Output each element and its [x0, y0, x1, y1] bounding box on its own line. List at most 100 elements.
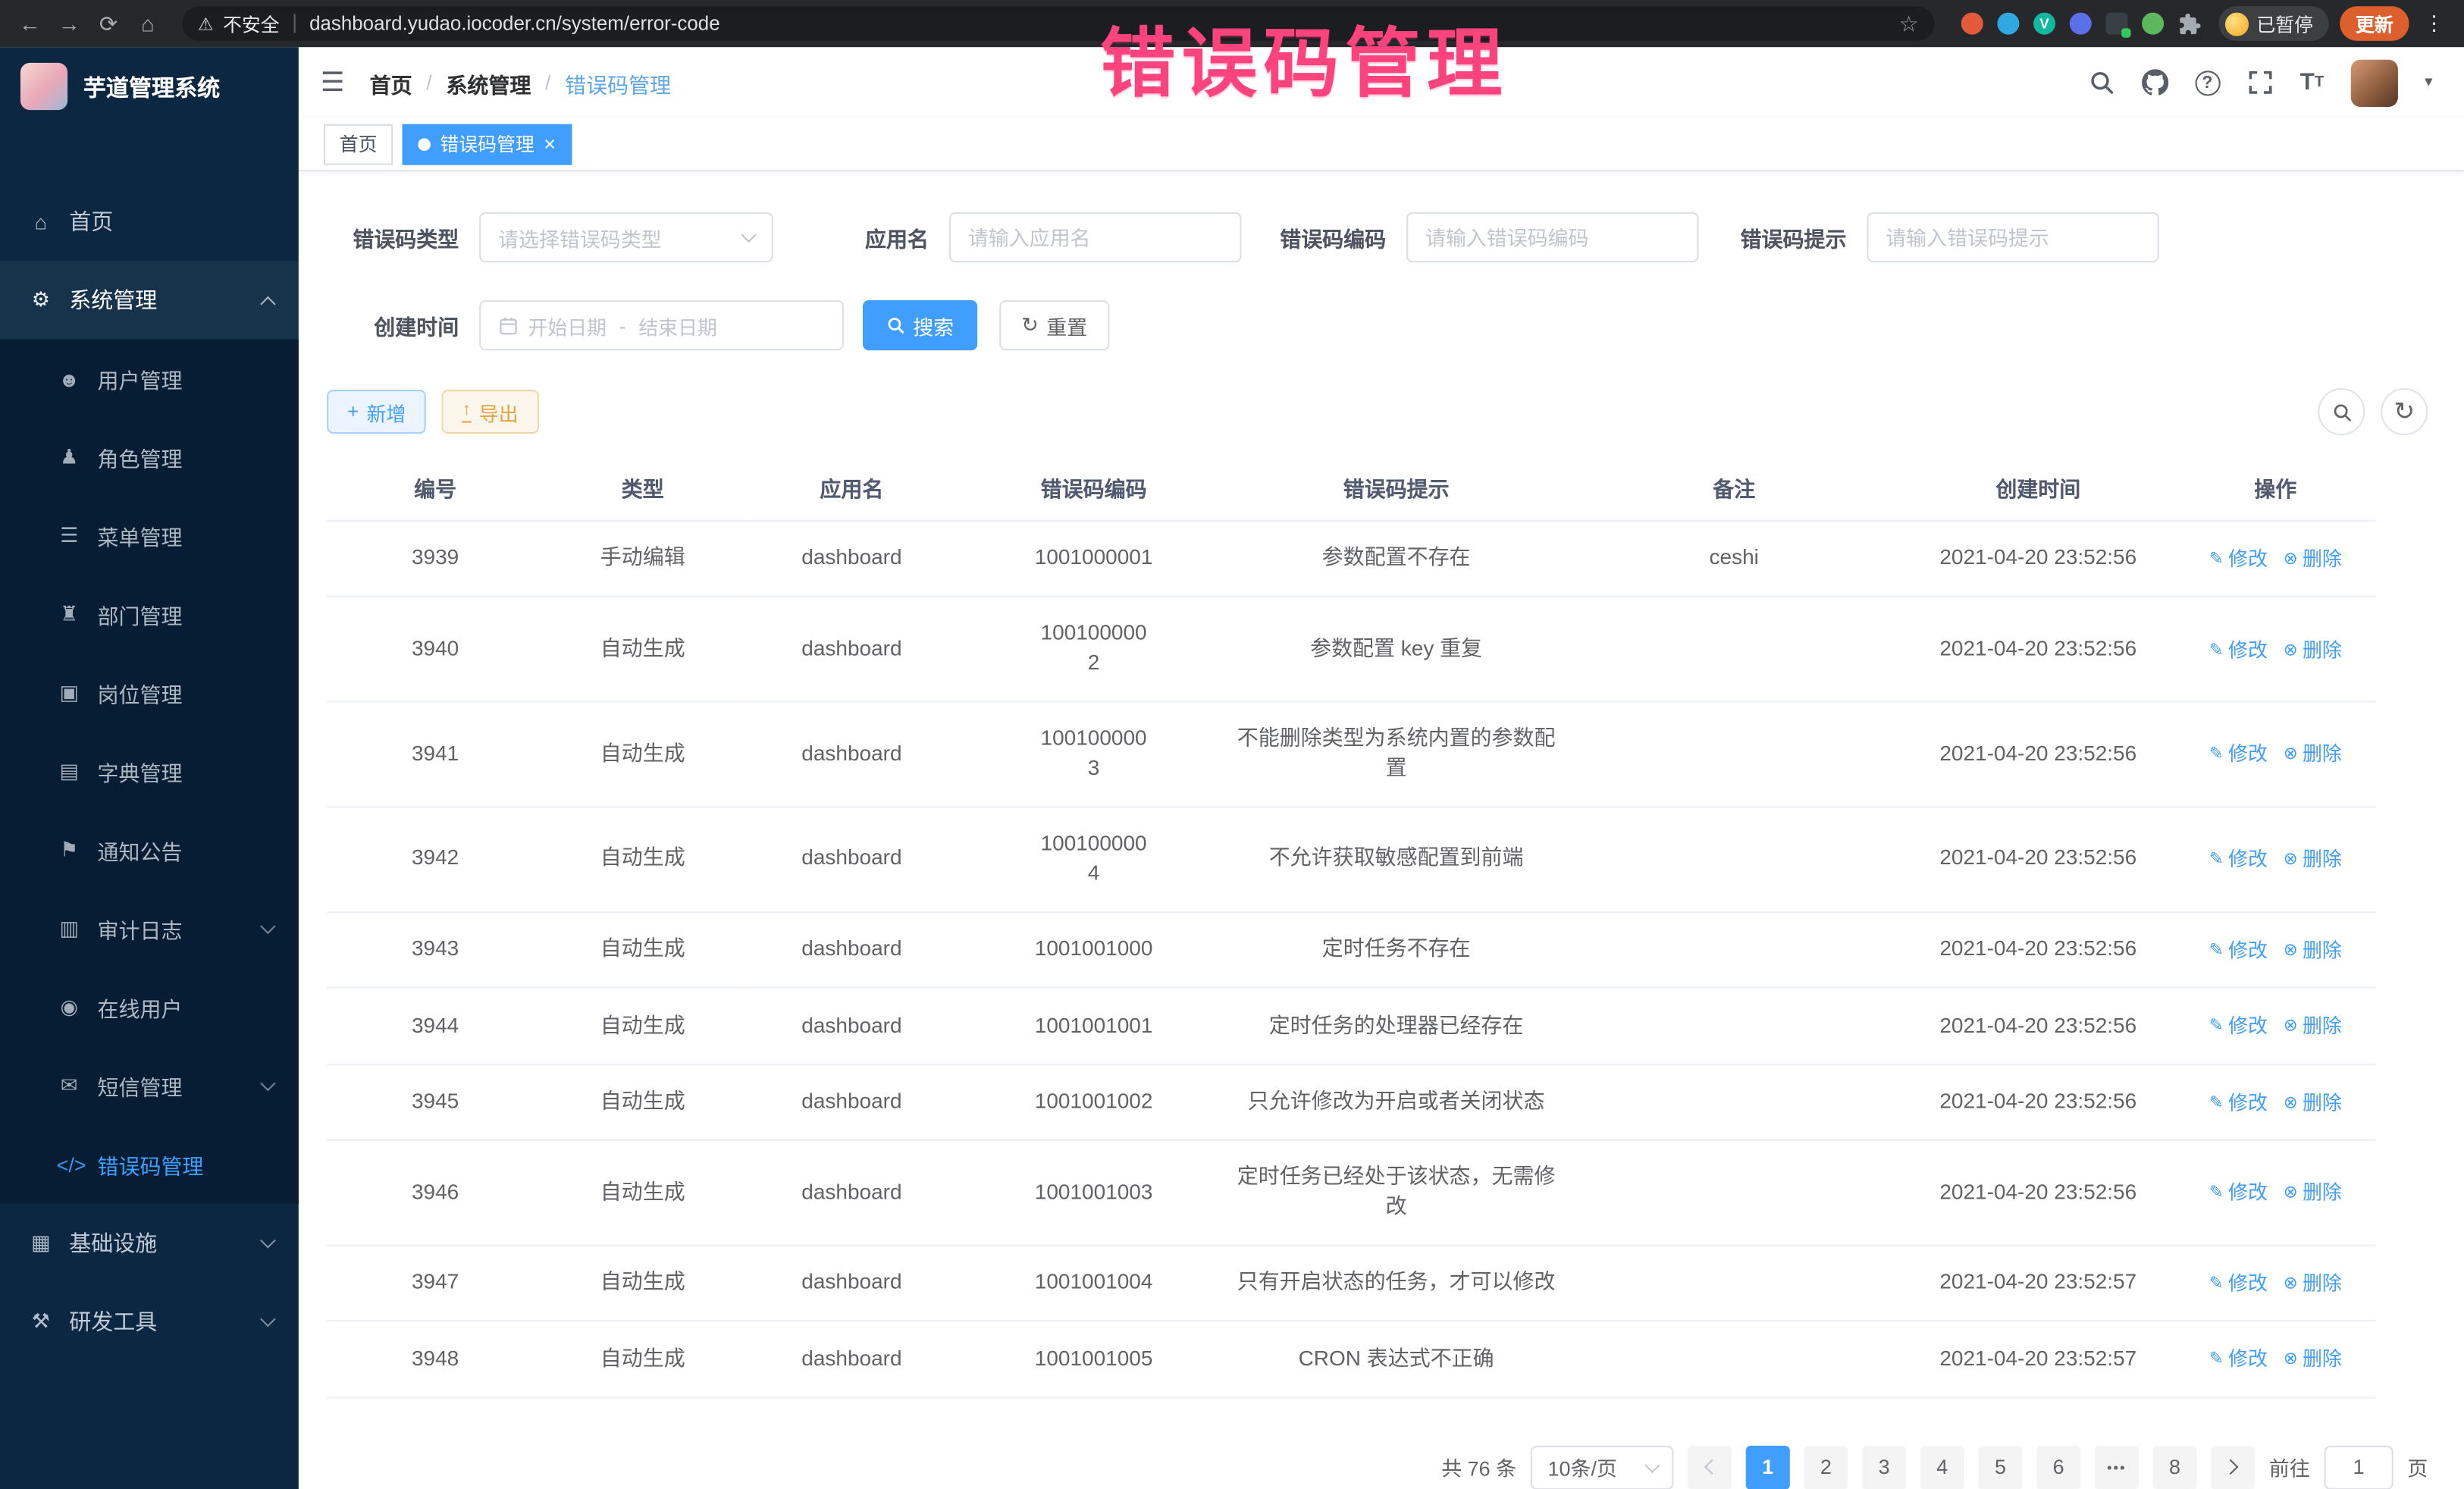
delete-link[interactable]: ⊗删除 — [2284, 938, 2342, 965]
sidebar-item-audit-log[interactable]: ▥审计日志 — [0, 889, 299, 968]
pager-more-button[interactable]: ••• — [2095, 1446, 2139, 1489]
address-bar[interactable]: ⚠ 不安全 dashboard.yudao.iocoder.cn/system/… — [182, 6, 1934, 41]
error-code-input[interactable] — [1406, 212, 1699, 262]
sidebar-item-post[interactable]: ▣岗位管理 — [0, 654, 299, 732]
tag-home[interactable]: 首页 — [324, 124, 393, 165]
sidebar-item-user[interactable]: ☻用户管理 — [0, 340, 299, 418]
sidebar-item-infra[interactable]: ▦基础设施 — [0, 1204, 299, 1283]
sidebar-item-system[interactable]: ⚙系统管理 — [0, 261, 299, 340]
refresh-table-button[interactable]: ↻ — [2381, 388, 2428, 435]
page-button-2[interactable]: 2 — [1804, 1446, 1848, 1489]
reset-button[interactable]: ↻ 重置 — [999, 300, 1109, 350]
bookmark-star-icon[interactable]: ☆ — [1899, 10, 1919, 36]
edit-link[interactable]: ✎修改 — [2209, 742, 2268, 770]
font-size-icon[interactable]: TT — [2300, 69, 2324, 96]
edit-link[interactable]: ✎修改 — [2209, 638, 2268, 665]
delete-link[interactable]: ⊗删除 — [2284, 742, 2342, 770]
home-button[interactable]: ⌂ — [133, 11, 161, 36]
reload-button[interactable]: ⟳ — [94, 10, 122, 36]
extension-icon-blue[interactable] — [1997, 13, 2019, 35]
extension-icon-green[interactable] — [2142, 13, 2164, 35]
page-button-6[interactable]: 6 — [2036, 1446, 2080, 1489]
cell-id: 3947 — [327, 1245, 544, 1321]
fullscreen-icon[interactable] — [2246, 69, 2273, 96]
add-button[interactable]: + 新增 — [327, 390, 426, 434]
edit-link[interactable]: ✎修改 — [2209, 938, 2268, 965]
goto-page-input[interactable] — [2324, 1446, 2393, 1489]
delete-link[interactable]: ⊗删除 — [2284, 847, 2342, 874]
hide-search-button[interactable] — [2318, 388, 2365, 435]
sidebar-item-online-user[interactable]: ◉在线用户 — [0, 968, 299, 1047]
sidebar-item-notice[interactable]: ⚑通知公告 — [0, 811, 299, 890]
delete-link[interactable]: ⊗删除 — [2284, 1180, 2342, 1208]
tags-view-bar: 首页 错误码管理 × — [299, 118, 2464, 171]
sidebar-item-devtools[interactable]: ⚒研发工具 — [0, 1282, 299, 1361]
sidebar-item-menu[interactable]: ☰菜单管理 — [0, 497, 299, 575]
page-button-3[interactable]: 3 — [1862, 1446, 1906, 1489]
delete-link[interactable]: ⊗删除 — [2284, 638, 2342, 665]
cell-time: 2021-04-20 23:52:56 — [1901, 807, 2175, 911]
tag-close-icon[interactable]: × — [544, 133, 556, 154]
sidebar-item-dept[interactable]: ♜部门管理 — [0, 575, 299, 654]
edit-link[interactable]: ✎修改 — [2209, 1347, 2268, 1375]
sms-icon: ✉ — [57, 1074, 82, 1099]
extensions-menu-icon[interactable] — [2178, 12, 2202, 36]
edit-link[interactable]: ✎修改 — [2209, 1271, 2268, 1299]
edit-link[interactable]: ✎修改 — [2209, 1090, 2268, 1118]
app-name-input[interactable] — [949, 212, 1242, 262]
delete-link[interactable]: ⊗删除 — [2284, 1271, 2342, 1299]
delete-link[interactable]: ⊗删除 — [2284, 1014, 2342, 1041]
breadcrumb-home[interactable]: 首页 — [370, 67, 412, 98]
help-icon[interactable]: ? — [2195, 70, 2220, 95]
profile-paused-badge[interactable]: 已暂停 — [2219, 6, 2329, 41]
prev-page-button[interactable] — [1688, 1446, 1732, 1489]
page-button-5[interactable]: 5 — [1978, 1446, 2022, 1489]
delete-link[interactable]: ⊗删除 — [2284, 1090, 2342, 1118]
extension-icon-dark[interactable] — [2105, 13, 2127, 35]
page-button-1[interactable]: 1 — [1746, 1446, 1790, 1489]
sidebar-item-role[interactable]: ♟角色管理 — [0, 418, 299, 497]
search-icon[interactable] — [2088, 69, 2114, 96]
app-logo-row[interactable]: 芋道管理系统 — [0, 47, 299, 126]
sidebar-item-sms[interactable]: ✉短信管理 — [0, 1046, 299, 1125]
cell-time: 2021-04-20 23:52:56 — [1901, 912, 2175, 988]
sidebar-item-dict[interactable]: ▤字典管理 — [0, 732, 299, 811]
table-row: 3940自动生成dashboard1001000002参数配置 key 重复20… — [327, 597, 2376, 702]
page-button-4[interactable]: 4 — [1920, 1446, 1964, 1489]
cell-type: 自动生成 — [544, 1245, 741, 1321]
sidebar-item-error-code[interactable]: </>错误码管理 — [0, 1125, 299, 1204]
error-type-select[interactable]: 请选择错误码类型 — [479, 212, 773, 262]
error-message-input[interactable] — [1867, 212, 2159, 262]
edit-link[interactable]: ✎修改 — [2209, 847, 2268, 874]
browser-menu-icon[interactable]: ⋮ — [2420, 11, 2448, 36]
security-label: 不安全 — [223, 10, 280, 36]
export-button[interactable]: ↑ 导出 — [442, 390, 539, 434]
back-button[interactable]: ← — [16, 11, 44, 36]
breadcrumb-system[interactable]: 系统管理 — [446, 67, 531, 98]
github-icon[interactable] — [2141, 69, 2168, 96]
breadcrumb-separator: / — [545, 71, 551, 94]
tag-error-code-active[interactable]: 错误码管理 × — [403, 124, 572, 165]
update-button[interactable]: 更新 — [2340, 6, 2409, 41]
search-button[interactable]: 搜索 — [863, 300, 977, 350]
sidebar-toggle-icon[interactable]: ☰ — [321, 67, 345, 98]
next-page-button[interactable] — [2211, 1446, 2255, 1489]
edit-link[interactable]: ✎修改 — [2209, 1180, 2268, 1208]
user-avatar[interactable] — [2351, 59, 2398, 106]
extension-icon-purple[interactable] — [2070, 13, 2092, 35]
user-menu-caret-icon[interactable]: ▾ — [2425, 74, 2432, 91]
extension-icon-v[interactable]: V — [2033, 13, 2055, 35]
cell-id: 3944 — [327, 988, 544, 1064]
forward-button[interactable]: → — [55, 11, 83, 36]
page-button-8[interactable]: 8 — [2153, 1446, 2197, 1489]
delete-link[interactable]: ⊗删除 — [2284, 1347, 2342, 1375]
edit-link[interactable]: ✎修改 — [2209, 1014, 2268, 1041]
delete-link[interactable]: ⊗删除 — [2284, 547, 2342, 574]
extension-icon-red[interactable] — [1961, 13, 1983, 35]
create-time-range-picker[interactable]: 开始日期 - 结束日期 — [479, 300, 844, 350]
cell-actions: ✎修改 ⊗删除 — [2175, 521, 2376, 597]
sidebar-item-home[interactable]: ⌂首页 — [0, 182, 299, 261]
page-size-select[interactable]: 10条/页 — [1531, 1446, 1674, 1489]
cell-note — [1566, 807, 1901, 911]
edit-link[interactable]: ✎修改 — [2209, 547, 2268, 574]
